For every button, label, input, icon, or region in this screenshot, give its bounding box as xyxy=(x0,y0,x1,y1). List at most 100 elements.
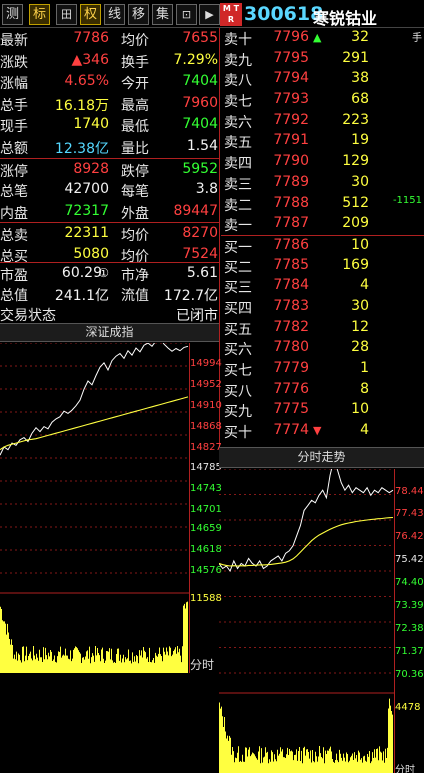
axis-tick-label: 14910 xyxy=(190,400,222,411)
order-book: 卖十 7796 ▲ 32 手卖九 7795 291 卖八 7794 38 卖七 7793 68 卖六 779… xyxy=(221,28,424,442)
ask-row[interactable]: 卖九 7795 291 xyxy=(221,49,424,70)
ask-row[interactable]: 卖五 7791 19 xyxy=(221,131,424,152)
toolbar-button-measure[interactable]: 测 xyxy=(2,4,23,25)
quote-value: 5080 xyxy=(73,245,109,262)
order-level-label: 买一 xyxy=(224,239,252,256)
quote-panel: 最新 7786 均价 7655 涨跌 ▲346 换手 7.29% 涨幅 4.65% 今开 7404 总手… xyxy=(0,28,219,266)
bid-row[interactable]: 买一 7786 10 xyxy=(221,234,424,256)
bid-row[interactable]: 买九 7775 10 xyxy=(221,400,424,421)
trade-status-row: 交易状态 已闭市 xyxy=(0,303,219,324)
quote-label: 总笔 xyxy=(0,184,28,201)
quote-value: 16.18万 xyxy=(54,97,109,114)
quote-value: 1.54 xyxy=(186,137,218,154)
quote-label: 最高 xyxy=(121,97,149,114)
order-level-label: 卖五 xyxy=(224,135,252,152)
order-price: 7774 xyxy=(273,422,309,439)
stock-chart-title[interactable]: 分时走势 xyxy=(219,447,424,468)
ask-row[interactable]: 卖三 7789 30 xyxy=(221,173,424,194)
index-intraday-chart[interactable] xyxy=(0,343,190,673)
quote-value: 241.1亿 xyxy=(54,288,109,304)
order-level-label: 买四 xyxy=(224,300,252,317)
ask-row[interactable]: 卖二 7788 512 -1151 xyxy=(221,194,424,215)
order-volume: 512 xyxy=(342,194,369,211)
ask-row[interactable]: 卖十 7796 ▲ 32 手 xyxy=(221,28,424,49)
order-volume: 32 xyxy=(351,29,369,45)
quote-row: 涨幅 4.65% 今开 7404 xyxy=(0,71,219,93)
bid-row[interactable]: 买六 7780 28 xyxy=(221,338,424,359)
quote-label: 内盘 xyxy=(0,205,28,222)
ask-row[interactable]: 卖八 7794 38 xyxy=(221,69,424,90)
order-extra: -1151 xyxy=(392,194,422,206)
order-price: 7779 xyxy=(273,360,309,376)
quote-value: 8928 xyxy=(73,160,109,177)
stock-intraday-chart[interactable] xyxy=(219,469,395,773)
bid-row[interactable]: 买十 7774 ▼ 4 xyxy=(221,421,424,442)
order-price: 7790 xyxy=(273,153,309,170)
quote-label: 量比 xyxy=(121,140,149,157)
bid-row[interactable]: 买七 7779 1 xyxy=(221,359,424,380)
order-volume: 8 xyxy=(360,380,369,397)
quote-row: 内盘 72317 外盘 89447 xyxy=(0,201,219,223)
toolbar-button-mark[interactable]: 标 xyxy=(29,4,50,25)
toolbar-button-auction[interactable]: 集 xyxy=(152,4,173,25)
arrow-up-icon[interactable]: ▲ xyxy=(313,31,321,44)
ask-row[interactable]: 卖六 7792 223 xyxy=(221,111,424,132)
info-icon[interactable]: ① xyxy=(98,266,109,280)
order-volume: 38 xyxy=(351,70,369,87)
quote-value: 5952 xyxy=(182,160,218,177)
order-level-label: 买二 xyxy=(224,259,252,276)
quote-value: 172.7亿 xyxy=(163,288,218,304)
axis-tick-label: 14785 xyxy=(190,462,222,473)
ask-row[interactable]: 卖四 7790 129 xyxy=(221,152,424,173)
bid-row[interactable]: 买三 7784 4 xyxy=(221,276,424,297)
bid-row[interactable]: 买五 7782 12 xyxy=(221,318,424,339)
quote-label: 市盈 xyxy=(0,268,28,284)
order-volume: 209 xyxy=(342,215,369,232)
quote-label: 换手 xyxy=(121,54,149,71)
index-chart-title[interactable]: 深证成指 xyxy=(0,323,219,342)
quote-label: 总值 xyxy=(0,288,28,304)
quote-value: 7524 xyxy=(182,245,218,262)
quote-row: 涨停 8928 跌停 5952 xyxy=(0,157,219,180)
arrow-down-icon[interactable]: ▼ xyxy=(313,424,321,437)
order-volume: 169 xyxy=(342,256,369,273)
ask-row[interactable]: 卖一 7787 209 xyxy=(221,214,424,235)
quote-value: 7.29% xyxy=(173,51,218,68)
order-level-label: 卖九 xyxy=(224,52,252,69)
toolbar-button-play[interactable]: ▶ xyxy=(199,4,220,25)
order-level-label: 卖一 xyxy=(224,218,252,235)
quote-row: 总笔 42700 每笔 3.8 xyxy=(0,179,219,201)
index-chart-time-label: 分时 xyxy=(190,658,215,672)
order-volume: 4 xyxy=(360,277,369,294)
axis-tick-label: 11588 xyxy=(190,593,222,604)
order-price: 7793 xyxy=(273,91,309,108)
bid-row[interactable]: 买八 7776 8 xyxy=(221,380,424,401)
quote-value: 7404 xyxy=(182,73,218,90)
bid-row[interactable]: 买二 7785 169 xyxy=(221,256,424,277)
quote-label: 市净 xyxy=(121,268,149,284)
order-volume: 30 xyxy=(351,173,369,190)
axis-tick-label: 70.36 xyxy=(395,669,424,680)
axis-tick-label: 14618 xyxy=(190,544,222,555)
order-level-label: 买十 xyxy=(224,425,252,442)
toolbar-button-move[interactable]: 移 xyxy=(128,4,149,25)
quote-label: 今开 xyxy=(121,76,149,93)
bid-row[interactable]: 买四 7783 30 xyxy=(221,297,424,318)
ask-row[interactable]: 卖七 7793 68 xyxy=(221,90,424,111)
toolbar-button-line[interactable]: 线 xyxy=(104,4,125,25)
order-volume: 10 xyxy=(351,236,369,253)
axis-tick-label: 75.42 xyxy=(395,554,424,565)
quote-value: 1740 xyxy=(73,116,109,133)
order-volume: 129 xyxy=(342,153,369,170)
quote-label: 最低 xyxy=(121,119,149,136)
order-level-label: 卖三 xyxy=(224,176,252,193)
order-level-label: 卖七 xyxy=(224,94,252,111)
toolbar-button-rights[interactable]: 权 xyxy=(80,4,101,25)
order-price: 7795 xyxy=(273,49,309,66)
order-volume: 30 xyxy=(351,297,369,314)
toolbar-button-layout[interactable]: 田 xyxy=(56,4,77,25)
toolbar-button-window[interactable]: ⊡ xyxy=(176,4,197,25)
order-volume: 19 xyxy=(351,132,369,149)
quote-value: 5.61 xyxy=(186,265,218,281)
quote-value: 22311 xyxy=(64,225,109,242)
